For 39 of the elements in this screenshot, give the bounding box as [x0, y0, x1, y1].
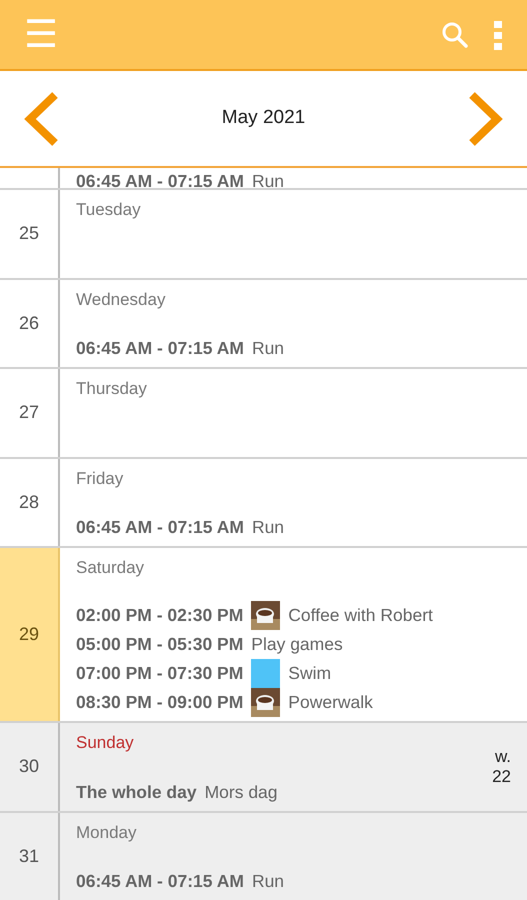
weekday-label: Thursday — [76, 378, 148, 400]
event-title: Powerwalk — [288, 691, 373, 714]
event-time: 07:00 PM - 07:30 PM — [76, 662, 244, 686]
menu-button[interactable]: ☰ — [24, 16, 58, 54]
event-time: The whole day — [76, 780, 197, 804]
weekday-label: Saturday — [76, 557, 146, 579]
event-title: Run — [252, 870, 284, 894]
month-title: May 2021 — [222, 106, 306, 130]
event-time: 02:00 PM - 02:30 PM — [76, 604, 244, 628]
event-title: Run — [252, 170, 284, 188]
weekday-label: Wednesday — [76, 288, 166, 310]
day-number: 25 — [18, 222, 40, 246]
day-number: 27 — [18, 401, 40, 424]
event-title: Play games — [251, 633, 343, 656]
event-time: 06:45 AM - 07:15 AM — [76, 516, 244, 540]
event-title: Mors dag — [204, 780, 278, 804]
weekday-label: Friday — [76, 468, 124, 490]
event-time: 05:00 PM - 05:30 PM — [76, 633, 244, 656]
event-title: Run — [252, 516, 284, 540]
day-number: 31 — [18, 844, 40, 868]
next-month-icon[interactable] — [468, 92, 503, 146]
week-number: w. 22 — [491, 747, 511, 786]
event-time: 06:45 AM - 07:15 AM — [76, 870, 244, 894]
event-title: Swim — [288, 662, 332, 686]
event-time: 08:30 PM - 09:00 PM — [76, 691, 244, 714]
day-number: 29 — [18, 623, 40, 646]
event-title: Coffee with Robert — [288, 604, 433, 628]
weekday-label: Tuesday — [76, 199, 142, 221]
day-number: 30 — [18, 755, 40, 778]
event-time: 06:45 AM - 07:15 AM — [76, 170, 244, 188]
weekday-label: Sunday — [76, 732, 135, 754]
weekday-label: Monday — [76, 822, 138, 844]
previous-month-icon[interactable] — [24, 92, 58, 146]
search-icon[interactable] — [441, 20, 469, 48]
event-time: 06:45 AM - 07:15 AM — [76, 337, 244, 360]
more-options-icon[interactable] — [493, 20, 503, 50]
day-number: 28 — [18, 490, 40, 514]
day-number: 26 — [18, 312, 40, 335]
event-title: Run — [252, 337, 284, 360]
